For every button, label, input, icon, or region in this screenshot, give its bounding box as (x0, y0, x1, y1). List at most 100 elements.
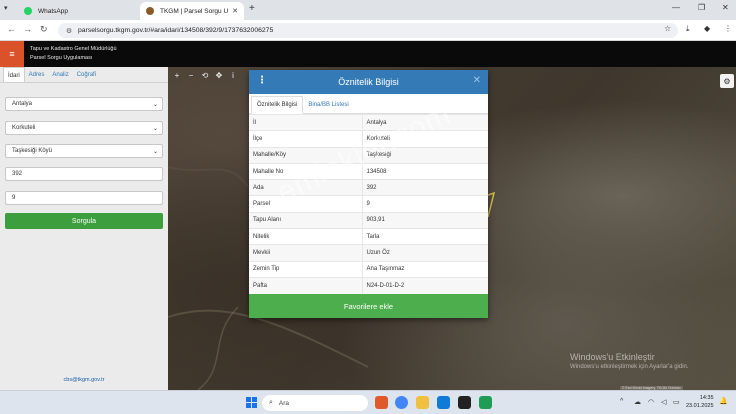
windows-taskbar: ⌕ Ara ^ ☁ ◠ ◁ ▭ 14:35 23.01.2025 🔔 (0, 390, 736, 414)
zoom-in-button[interactable]: + (170, 69, 184, 81)
forward-icon[interactable]: → (23, 24, 32, 34)
attribute-label: Pafta (249, 276, 363, 294)
chevron-up-icon[interactable]: ^ (620, 398, 623, 405)
neighborhood-select[interactable]: Taşkesiği Köyü ⌄ (5, 144, 163, 158)
modal-title: Öznitelik Bilgisi (338, 77, 399, 87)
site-info-icon[interactable]: ⚙ (66, 27, 74, 35)
attribute-label: Zemin Tip (249, 260, 363, 278)
speaker-icon[interactable]: ◁ (661, 398, 666, 406)
tab-analiz[interactable]: Analiz (48, 67, 72, 82)
activation-subtitle: Windows'u etkinleştirmek için Ayarlar'a … (570, 364, 689, 370)
attribute-row: Nitelik Tarla (249, 228, 488, 245)
bookmark-star-icon[interactable]: ☆ (664, 24, 671, 33)
contact-email-link[interactable]: cbs@tkgm.gov.tr (0, 377, 168, 383)
attribute-value: 903,91 (362, 211, 488, 229)
parcel-input[interactable]: 9 (5, 191, 163, 205)
copilot-icon[interactable] (375, 396, 388, 409)
pan-icon[interactable]: ✥ (212, 69, 226, 81)
district-select[interactable]: Korkuteli ⌄ (5, 121, 163, 135)
new-tab-button[interactable]: + (249, 3, 255, 14)
attribute-value: N24-D-01-D-2 (362, 276, 488, 294)
extension-icon[interactable]: ◆ (704, 24, 710, 33)
attribute-row: Tapu Alanı 903,91 (249, 211, 488, 229)
tab-whatsapp[interactable]: WhatsApp ✕ (18, 2, 158, 20)
attribute-row: Parsel 9 (249, 195, 488, 213)
query-button[interactable]: Sorgula (5, 213, 163, 229)
reload-icon[interactable]: ↻ (40, 24, 48, 35)
download-icon[interactable]: ⤓ (686, 24, 690, 34)
windows-start-icon[interactable] (246, 397, 257, 408)
district-value: Korkuteli (12, 125, 36, 131)
query-sidebar: İdari Adres Analiz Coğrafi Antalya ⌄ Kor… (0, 67, 168, 390)
address-bar-row: ← → ↻ ⚙ parselsorgu.tkgm.gov.tr/#ara/ida… (0, 20, 736, 41)
tab-cografi[interactable]: Coğrafi (73, 67, 100, 82)
clock[interactable]: 14:35 23.01.2025 (686, 394, 714, 410)
chrome-icon[interactable] (395, 396, 408, 409)
browser-app-icon[interactable] (458, 396, 471, 409)
attribute-value: Antalya (362, 113, 488, 131)
tab-building-list[interactable]: Bina/BB Listesi (303, 97, 353, 113)
chevron-down-icon: ⌄ (152, 148, 158, 155)
wifi-icon[interactable]: ◠ (648, 398, 654, 406)
excel-icon[interactable] (479, 396, 492, 409)
url-field[interactable]: ⚙ parselsorgu.tkgm.gov.tr/#ara/idari/134… (58, 23, 678, 38)
tkgm-icon (146, 7, 154, 15)
tab-idari[interactable]: İdari (3, 67, 25, 82)
file-explorer-icon[interactable] (416, 396, 429, 409)
close-tab-icon[interactable]: ✕ (232, 7, 238, 15)
modal-tabs: Öznitelik Bilgisi Bina/BB Listesi (249, 94, 488, 114)
search-placeholder: Ara (278, 399, 290, 407)
close-icon[interactable]: ✕ (473, 75, 481, 86)
tab-tkgm[interactable]: TKGM | Parsel Sorgu Uygulaması ✕ (140, 2, 244, 20)
back-icon[interactable]: ← (7, 24, 16, 34)
gear-icon[interactable]: ⚙ (720, 74, 734, 88)
onedrive-icon[interactable]: ☁ (634, 398, 641, 406)
attribute-row: İlçe Korkuteli (249, 130, 488, 148)
province-select[interactable]: Antalya ⌄ (5, 97, 163, 111)
maximize-icon[interactable]: ❐ (698, 3, 705, 12)
attribute-row: Ada 392 (249, 179, 488, 196)
info-icon[interactable]: i (226, 69, 240, 81)
taskbar-search[interactable]: ⌕ Ara (262, 395, 368, 411)
zoom-out-button[interactable]: − (184, 69, 198, 81)
minimize-icon[interactable]: — (672, 3, 680, 12)
browser-menu-icon[interactable]: ⋮ (724, 24, 732, 33)
tab-title: WhatsApp (38, 7, 68, 15)
modal-header: ⋮ Öznitelik Bilgisi ✕ (249, 70, 488, 94)
edge-icon[interactable] (437, 396, 450, 409)
search-icon: ⌕ (269, 399, 273, 406)
attribute-label: Tapu Alanı (249, 211, 363, 229)
attribute-row: Mahalle/Köy Taşkesiği (249, 146, 488, 164)
org-line-1: Tapu ve Kadastro Genel Müdürlüğü (30, 46, 117, 52)
close-window-icon[interactable]: ✕ (722, 3, 729, 12)
organization-name: Tapu ve Kadastro Genel Müdürlüğü Parsel … (30, 45, 117, 63)
org-line-2: Parsel Sorgu Uygulaması (30, 55, 93, 61)
tab-list-icon[interactable]: ▾ (4, 4, 8, 12)
parcel-value: 9 (12, 195, 16, 201)
browser-tab-strip: ▾ WhatsApp ✕ TKGM | Parsel Sorgu Uygulam… (0, 0, 736, 20)
whatsapp-icon (24, 7, 32, 15)
attribute-info-modal: ⋮ Öznitelik Bilgisi ✕ Öznitelik Bilgisi … (249, 70, 488, 318)
attribute-value: Ana Taşınmaz (362, 260, 488, 278)
add-to-favorites-button[interactable]: Favorilere ekle (249, 294, 488, 318)
attribute-row: Mevkii Uzun Öz (249, 244, 488, 262)
attribute-label: Mahalle No (249, 162, 363, 180)
notification-bell-icon[interactable]: 🔔 (719, 397, 728, 405)
more-options-icon[interactable]: ⋮ (257, 75, 267, 86)
block-value: 392 (12, 171, 23, 177)
attribute-label: Mahalle/Köy (249, 146, 363, 164)
tab-attribute-info[interactable]: Öznitelik Bilgisi (251, 96, 304, 114)
map-toolbar: + − ⟲ ✥ i (170, 69, 240, 81)
clock-time: 14:35 (699, 395, 714, 401)
url-text: parselsorgu.tkgm.gov.tr/#ara/idari/13450… (78, 27, 274, 34)
tab-adres[interactable]: Adres (25, 67, 49, 82)
block-input[interactable]: 392 (5, 167, 163, 181)
attribute-label: Nitelik (249, 228, 363, 245)
attribute-value: Taşkesiği (362, 146, 488, 164)
tab-title: TKGM | Parsel Sorgu Uygulaması (160, 7, 229, 15)
hamburger-menu-button[interactable]: ≡ (0, 41, 24, 67)
refresh-view-icon[interactable]: ⟲ (198, 69, 212, 81)
battery-icon[interactable]: ▭ (673, 398, 680, 406)
attribute-label: İl (249, 113, 363, 131)
attribute-row: İl Antalya (249, 113, 488, 131)
